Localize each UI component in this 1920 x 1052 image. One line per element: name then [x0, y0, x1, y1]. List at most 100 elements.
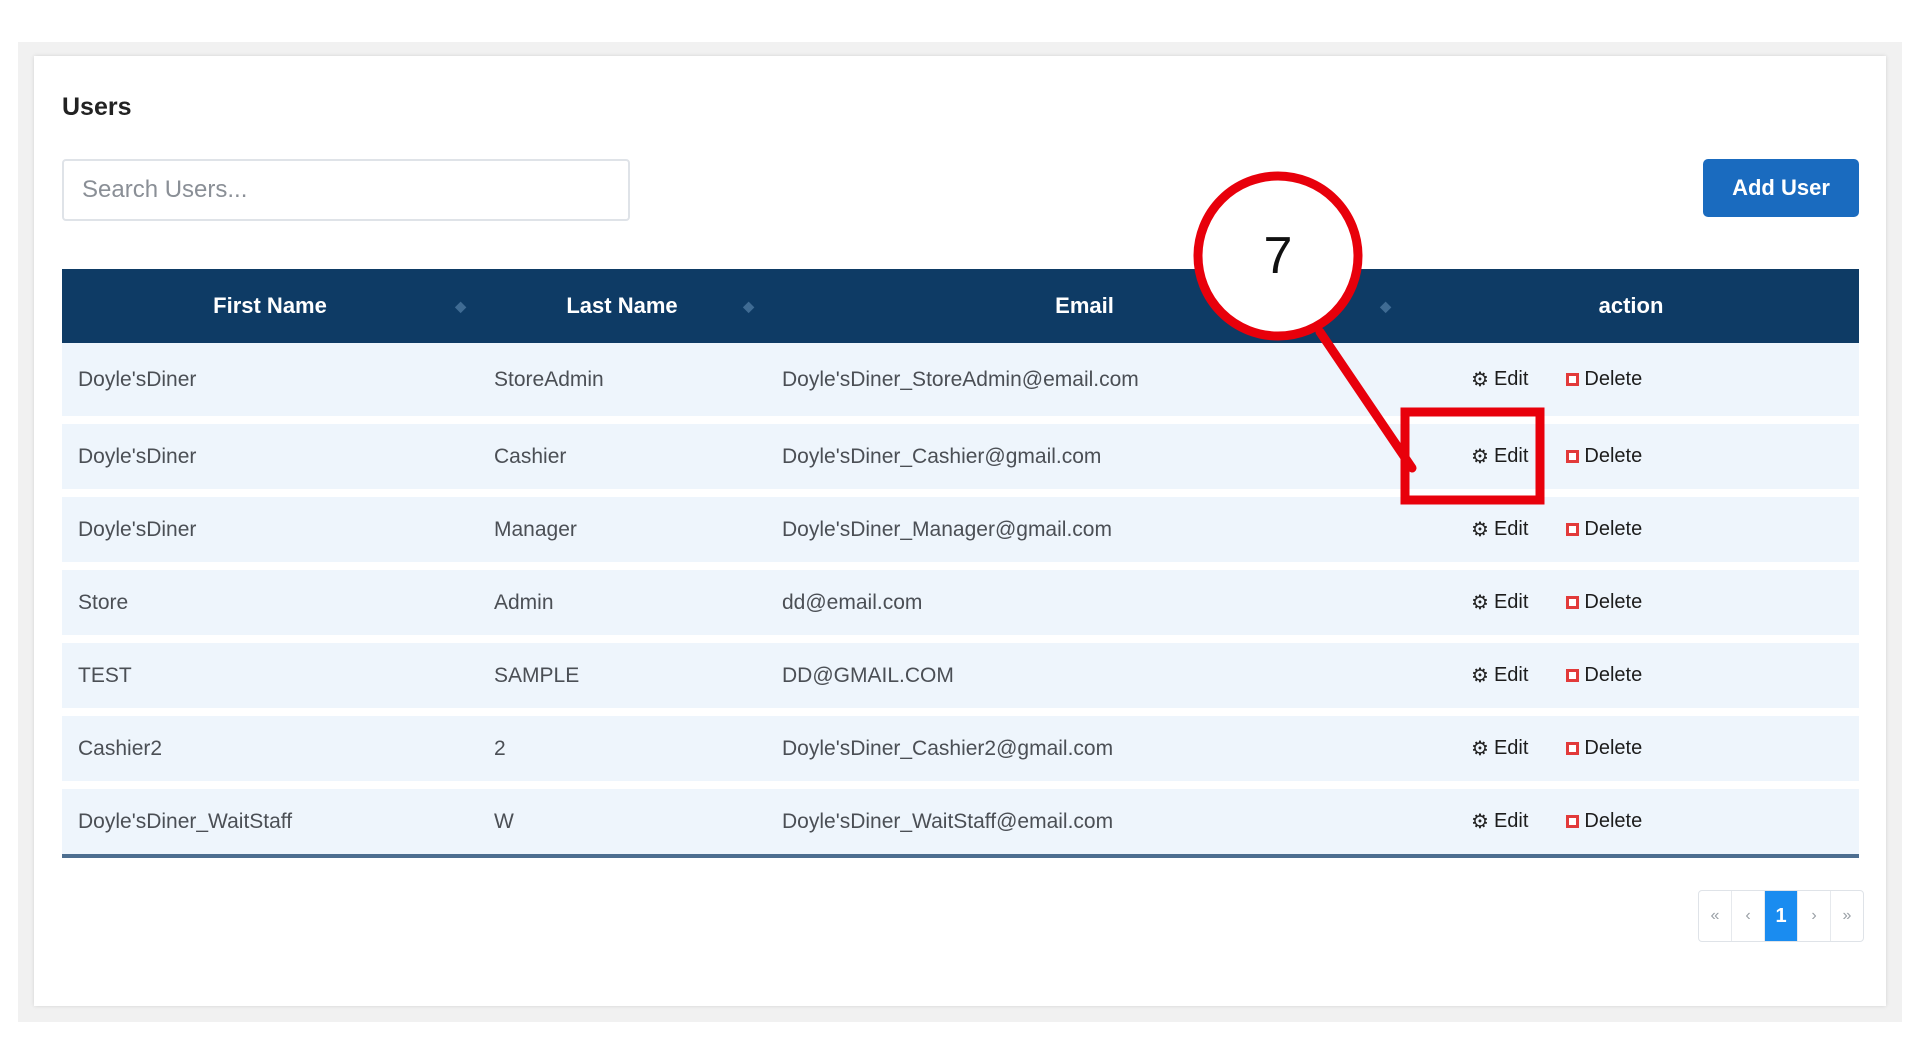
table-row: Doyle'sDiner Manager Doyle'sDiner_Manager@…: [62, 489, 1859, 562]
column-header-label: Email: [1055, 293, 1114, 318]
edit-label: Edit: [1493, 591, 1529, 613]
column-header-last-name[interactable]: Last Name ◆: [478, 269, 766, 343]
edit-button[interactable]: ⚙ Edit: [1471, 368, 1528, 391]
delete-label: Delete: [1584, 737, 1643, 759]
table-row: Doyle'sDiner StoreAdmin Doyle'sDiner_Store…: [62, 343, 1859, 416]
edit-button[interactable]: ⚙ Edit: [1471, 518, 1528, 541]
delete-label: Delete: [1584, 591, 1643, 613]
table-row: Store Admin dd@email.com ⚙ Edit Delete: [62, 562, 1859, 635]
edit-button[interactable]: ⚙ Edit: [1471, 664, 1528, 687]
table-row: Doyle'sDiner_WaitStaff W Doyle'sDiner_Wait…: [62, 781, 1859, 858]
cell-last-name: StoreAdmin: [478, 343, 766, 416]
delete-button[interactable]: Delete: [1566, 737, 1642, 760]
add-user-button[interactable]: Add User: [1703, 159, 1859, 217]
gear-icon: ⚙: [1471, 810, 1489, 833]
pagination-page-1[interactable]: 1: [1765, 891, 1798, 941]
cell-last-name: Admin: [478, 562, 766, 635]
sort-icon[interactable]: ◆: [743, 299, 754, 313]
table-header-row: First Name ◆ Last Name ◆ Email ◆ action: [62, 269, 1859, 343]
sort-icon[interactable]: ◆: [1380, 299, 1391, 313]
delete-label: Delete: [1584, 518, 1643, 540]
column-header-action: action: [1403, 269, 1859, 343]
cell-email: Doyle'sDiner_Cashier@gmail.com: [766, 416, 1403, 489]
delete-button[interactable]: Delete: [1566, 810, 1642, 833]
row-actions: ⚙ Edit Delete: [1403, 445, 1859, 468]
delete-button[interactable]: Delete: [1566, 368, 1642, 391]
pagination-prev-button[interactable]: ‹: [1732, 891, 1765, 941]
delete-square-icon: [1566, 815, 1580, 828]
cell-first-name: Doyle'sDiner: [62, 416, 478, 489]
delete-button[interactable]: Delete: [1566, 445, 1642, 468]
column-header-label: First Name: [213, 293, 327, 318]
row-actions: ⚙ Edit Delete: [1403, 664, 1859, 687]
delete-square-icon: [1566, 450, 1580, 463]
users-table-body: Doyle'sDiner StoreAdmin Doyle'sDiner_Store…: [62, 343, 1859, 858]
edit-label: Edit: [1493, 518, 1529, 540]
delete-button[interactable]: Delete: [1566, 518, 1642, 541]
gear-icon: ⚙: [1471, 518, 1489, 541]
delete-label: Delete: [1584, 445, 1643, 467]
cell-action: ⚙ Edit Delete: [1403, 416, 1859, 489]
row-actions: ⚙ Edit Delete: [1403, 810, 1859, 833]
cell-action: ⚙ Edit Delete: [1403, 489, 1859, 562]
cell-action: ⚙ Edit Delete: [1403, 635, 1859, 708]
delete-square-icon: [1566, 742, 1580, 755]
edit-label: Edit: [1493, 445, 1529, 467]
cell-first-name: Store: [62, 562, 478, 635]
delete-square-icon: [1566, 523, 1580, 536]
pagination-next-button[interactable]: ›: [1798, 891, 1831, 941]
row-actions: ⚙ Edit Delete: [1403, 518, 1859, 541]
cell-email: Doyle'sDiner_WaitStaff@email.com: [766, 781, 1403, 858]
pagination-first-button[interactable]: «: [1699, 891, 1732, 941]
cell-last-name: SAMPLE: [478, 635, 766, 708]
cell-email: DD@GMAIL.COM: [766, 635, 1403, 708]
cell-action: ⚙ Edit Delete: [1403, 708, 1859, 781]
delete-square-icon: [1566, 669, 1580, 682]
table-row: Doyle'sDiner Cashier Doyle'sDiner_Cashier@…: [62, 416, 1859, 489]
cell-first-name: Cashier2: [62, 708, 478, 781]
cell-first-name: Doyle'sDiner: [62, 489, 478, 562]
gear-icon: ⚙: [1471, 737, 1489, 760]
delete-button[interactable]: Delete: [1566, 664, 1642, 687]
delete-button[interactable]: Delete: [1566, 591, 1642, 614]
gear-icon: ⚙: [1471, 591, 1489, 614]
page-title: Users: [62, 93, 132, 121]
cell-first-name: Doyle'sDiner_WaitStaff: [62, 781, 478, 858]
users-table: First Name ◆ Last Name ◆ Email ◆ action …: [62, 269, 1859, 858]
edit-label: Edit: [1493, 810, 1529, 832]
pagination-last-button[interactable]: »: [1831, 891, 1863, 941]
edit-button[interactable]: ⚙ Edit: [1471, 810, 1528, 833]
cell-first-name: Doyle'sDiner: [62, 343, 478, 416]
edit-label: Edit: [1493, 368, 1529, 390]
pagination: « ‹ 1 › »: [1698, 890, 1864, 942]
row-actions: ⚙ Edit Delete: [1403, 737, 1859, 760]
row-actions: ⚙ Edit Delete: [1403, 368, 1859, 391]
cell-email: Doyle'sDiner_Cashier2@gmail.com: [766, 708, 1403, 781]
sort-icon[interactable]: ◆: [455, 299, 466, 313]
column-header-first-name[interactable]: First Name ◆: [62, 269, 478, 343]
gear-icon: ⚙: [1471, 445, 1489, 468]
gear-icon: ⚙: [1471, 368, 1489, 391]
edit-label: Edit: [1493, 737, 1529, 759]
cell-email: dd@email.com: [766, 562, 1403, 635]
cell-email: Doyle'sDiner_StoreAdmin@email.com: [766, 343, 1403, 416]
cell-action: ⚙ Edit Delete: [1403, 562, 1859, 635]
delete-label: Delete: [1584, 368, 1643, 390]
cell-last-name: 2: [478, 708, 766, 781]
gear-icon: ⚙: [1471, 664, 1489, 687]
column-header-label: action: [1598, 293, 1664, 318]
edit-button[interactable]: ⚙ Edit: [1471, 737, 1528, 760]
edit-button[interactable]: ⚙ Edit: [1471, 445, 1528, 468]
search-input[interactable]: [62, 159, 630, 221]
cell-first-name: TEST: [62, 635, 478, 708]
edit-button[interactable]: ⚙ Edit: [1471, 591, 1528, 614]
row-actions: ⚙ Edit Delete: [1403, 591, 1859, 614]
delete-label: Delete: [1584, 810, 1643, 832]
table-row: Cashier2 2 Doyle'sDiner_Cashier2@gmail.com…: [62, 708, 1859, 781]
cell-last-name: Cashier: [478, 416, 766, 489]
delete-square-icon: [1566, 373, 1580, 386]
delete-label: Delete: [1584, 664, 1643, 686]
delete-square-icon: [1566, 596, 1580, 609]
cell-last-name: W: [478, 781, 766, 858]
annotation-step-number: 7: [1263, 227, 1293, 285]
